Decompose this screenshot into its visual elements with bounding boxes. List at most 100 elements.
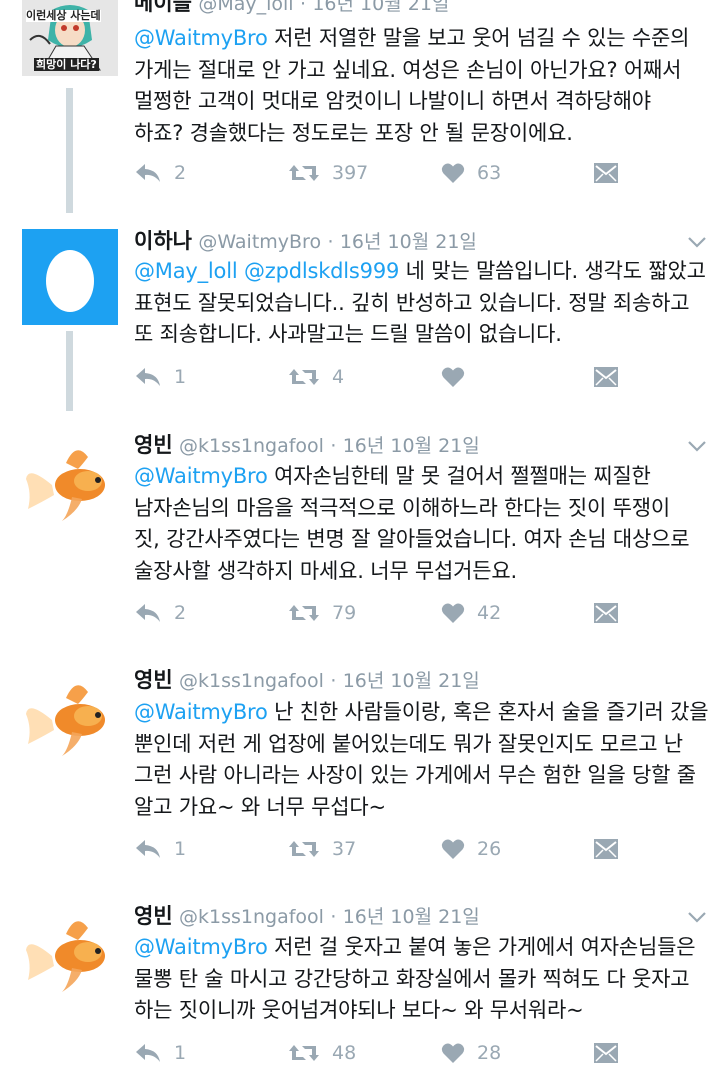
tweet-text: @WaitmyBro 저런 걸 웃자고 붙여 놓은 가게에서 여자손님들은 물뽕… bbox=[134, 932, 714, 1027]
retweet-count: 397 bbox=[332, 162, 369, 184]
like-button[interactable]: 42 bbox=[441, 595, 501, 631]
username[interactable]: @May_loll bbox=[198, 0, 293, 15]
timestamp[interactable]: 16년 10월 21일 bbox=[340, 231, 477, 253]
timestamp[interactable]: 16년 10월 21일 bbox=[312, 0, 449, 15]
separator-dot: · bbox=[330, 906, 337, 928]
tweet[interactable]: 이하나 @WaitmyBro · 16년 10월 21일 @May_loll @… bbox=[0, 205, 720, 419]
retweet-button[interactable]: 397 bbox=[288, 155, 368, 191]
user-avatar[interactable] bbox=[22, 906, 118, 1002]
display-name[interactable]: 이하나 bbox=[134, 229, 192, 253]
heart-icon bbox=[441, 163, 465, 183]
text-span: 여자손님한테 말 못 걸어서 쩔쩔매는 찌질한 bbox=[267, 464, 651, 488]
goldfish-avatar-image bbox=[26, 450, 105, 521]
retweet-button[interactable]: 79 bbox=[288, 595, 356, 631]
like-button[interactable]: 63 bbox=[441, 155, 501, 191]
retweet-button[interactable]: 48 bbox=[288, 1035, 356, 1071]
avatar-caption-top: 이런세상 사는데 bbox=[26, 9, 101, 22]
text-line: 하는 짓이니까 웃어넘겨야되나 보다~ 와 무서워라~ bbox=[134, 998, 584, 1022]
username[interactable]: @k1ss1ngafool bbox=[179, 435, 324, 457]
username[interactable]: @WaitmyBro bbox=[198, 231, 321, 253]
reply-button[interactable]: 2 bbox=[134, 595, 186, 631]
user-avatar[interactable]: 이런세상 사는데 희망이 나다? bbox=[22, 0, 118, 76]
tweet[interactable]: 영빈 @k1ss1ngafool · 16년 10월 21일 @WaitmyBr… bbox=[0, 901, 720, 1072]
tweet[interactable]: 이런세상 사는데 희망이 나다? 메이플 @May_loll · 16년 10월… bbox=[0, 0, 720, 208]
direct-message-button[interactable] bbox=[593, 155, 619, 191]
like-count: 28 bbox=[477, 1042, 502, 1064]
chevron-down-icon[interactable] bbox=[686, 435, 708, 457]
reply-button[interactable]: 1 bbox=[134, 359, 186, 395]
retweet-icon bbox=[289, 369, 319, 385]
mention-link[interactable]: @WaitmyBro bbox=[134, 935, 268, 959]
tweet-text: @May_loll @zpdlskdls999 네 맞는 말씀입니다. 생각도 … bbox=[134, 256, 714, 351]
timestamp[interactable]: 16년 10월 21일 bbox=[343, 906, 480, 928]
text-line: 표현도 잘못되었습니다.. 깊히 반성하고 있습니다. 정말 죄송하고 bbox=[134, 290, 690, 315]
user-avatar[interactable] bbox=[22, 229, 118, 325]
reply-count: 2 bbox=[174, 162, 187, 184]
envelope-icon bbox=[594, 1043, 618, 1063]
tweet-text: @WaitmyBro 여자손님한테 말 못 걸어서 쩔쩔매는 찌질한 남자손님의… bbox=[134, 461, 714, 587]
envelope-icon bbox=[594, 367, 618, 387]
text-span: 난 친한 사람들이랑, 혹은 혼자서 술을 즐기러 갔을 bbox=[267, 700, 709, 724]
retweet-icon bbox=[289, 1045, 319, 1061]
like-count: 26 bbox=[477, 838, 502, 860]
text-line: 가게는 절대로 안 가고 싶네요. 여성은 손님이 아닌가요? 어째서 bbox=[134, 57, 682, 82]
reply-icon bbox=[136, 368, 160, 386]
like-button[interactable]: 26 bbox=[441, 831, 501, 867]
text-line: @May_loll @zpdlskdls999 네 맞는 말씀입니다. 생각도 … bbox=[134, 256, 714, 288]
like-button[interactable]: 28 bbox=[441, 1035, 501, 1071]
display-name[interactable]: 영빈 bbox=[134, 668, 173, 692]
tweet[interactable]: 영빈 @k1ss1ngafool · 16년 10월 21일 @WaitmyBr… bbox=[0, 665, 720, 895]
retweet-button[interactable]: 4 bbox=[288, 359, 344, 395]
mention-link[interactable]: @WaitmyBro bbox=[134, 700, 268, 724]
tweet-header: 영빈 @k1ss1ngafool · 16년 10월 21일 bbox=[134, 901, 480, 931]
text-line: 하죠? 경솔했다는 정도로는 포장 안 될 문장이에요. bbox=[134, 120, 573, 145]
text-line: 멀쩡한 고객이 멋대로 암컷이니 나발이니 하면서 격하당해야 bbox=[134, 89, 651, 113]
text-line: 물뽕 탄 술 마시고 강간당하고 화장실에서 몰카 찍혀도 다 웃자고 bbox=[134, 966, 690, 991]
retweet-icon bbox=[289, 841, 319, 857]
text-line: @WaitmyBro 여자손님한테 말 못 걸어서 쩔쩔매는 찌질한 bbox=[134, 461, 714, 493]
mention-link[interactable]: @May_loll @zpdlskdls999 bbox=[134, 259, 399, 283]
mention-link[interactable]: @WaitmyBro bbox=[134, 464, 268, 488]
envelope-icon bbox=[594, 839, 618, 859]
reply-button[interactable]: 1 bbox=[134, 1035, 186, 1071]
direct-message-button[interactable] bbox=[593, 595, 619, 631]
egg-avatar-image bbox=[22, 229, 118, 325]
heart-icon bbox=[441, 603, 465, 623]
separator-dot: · bbox=[327, 231, 334, 253]
display-name[interactable]: 영빈 bbox=[134, 904, 173, 928]
direct-message-button[interactable] bbox=[593, 831, 619, 867]
reply-button[interactable]: 2 bbox=[134, 155, 186, 191]
display-name[interactable]: 메이플 bbox=[134, 0, 192, 15]
reply-icon bbox=[136, 840, 160, 858]
mention-link[interactable]: @WaitmyBro bbox=[134, 26, 268, 50]
user-avatar[interactable] bbox=[22, 670, 118, 766]
display-name[interactable]: 영빈 bbox=[134, 433, 173, 457]
separator-dot: · bbox=[330, 435, 337, 457]
retweet-count: 4 bbox=[332, 366, 345, 388]
text-line: 술장사할 생각하지 마세요. 너무 무섭거든요. bbox=[134, 558, 518, 583]
chevron-down-icon[interactable] bbox=[686, 906, 708, 928]
username[interactable]: @k1ss1ngafool bbox=[179, 906, 324, 928]
reply-button[interactable]: 1 bbox=[134, 831, 186, 867]
tweet-header: 메이플 @May_loll · 16년 10월 21일 bbox=[134, 0, 449, 18]
tweet[interactable]: 영빈 @k1ss1ngafool · 16년 10월 21일 @WaitmyBr… bbox=[0, 430, 720, 660]
text-line: 남자손님의 마음을 적극적으로 이해하느라 한다는 짓이 뚜쟁이 bbox=[134, 495, 670, 520]
chevron-down-icon[interactable] bbox=[686, 231, 708, 253]
like-count: 63 bbox=[477, 162, 502, 184]
timestamp[interactable]: 16년 10월 21일 bbox=[343, 435, 480, 457]
like-count: 42 bbox=[477, 602, 502, 624]
text-span: 저런 걸 웃자고 붙여 놓은 가게에서 여자손님들은 bbox=[267, 935, 696, 959]
direct-message-button[interactable] bbox=[593, 1035, 619, 1071]
retweet-button[interactable]: 37 bbox=[288, 831, 356, 867]
like-button[interactable] bbox=[441, 359, 477, 395]
username[interactable]: @k1ss1ngafool bbox=[179, 670, 324, 692]
tweet-header: 이하나 @WaitmyBro · 16년 10월 21일 bbox=[134, 226, 477, 256]
user-avatar[interactable] bbox=[22, 435, 118, 531]
heart-icon bbox=[441, 839, 465, 859]
reply-icon bbox=[136, 164, 160, 182]
timestamp[interactable]: 16년 10월 21일 bbox=[343, 670, 480, 692]
direct-message-button[interactable] bbox=[593, 359, 619, 395]
retweet-count: 79 bbox=[332, 602, 357, 624]
action-bar: 1 4 bbox=[134, 359, 634, 395]
text-line: 짓, 강간사주였다는 변명 잘 알아들었습니다. 여자 손님 대상으로 bbox=[134, 527, 690, 551]
